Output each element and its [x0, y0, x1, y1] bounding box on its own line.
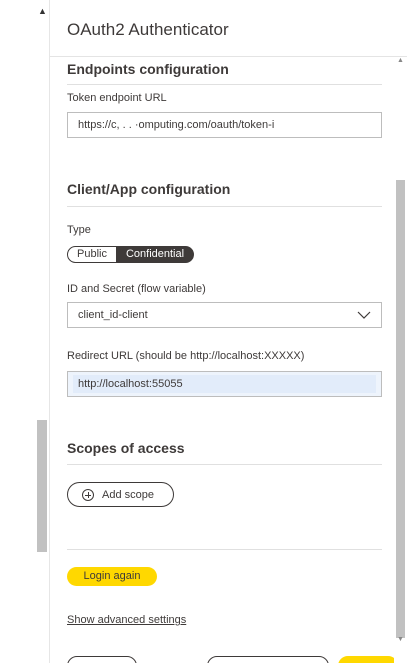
endpoints-divider	[67, 84, 382, 85]
scroll-down-arrow-icon[interactable]: ▼	[396, 636, 405, 644]
scroll-up-arrow-icon[interactable]: ▲	[38, 7, 47, 16]
footer-button-middle[interactable]	[207, 656, 329, 663]
footer-button-left[interactable]	[67, 656, 137, 663]
left-scrollbar-thumb[interactable]	[37, 420, 47, 552]
id-secret-label: ID and Secret (flow variable)	[67, 283, 206, 295]
right-scrollbar-thumb[interactable]	[396, 180, 405, 638]
redirect-url-input[interactable]: http://localhost:55055	[67, 371, 382, 397]
token-endpoint-label: Token endpoint URL	[67, 92, 167, 104]
show-advanced-settings-link[interactable]: Show advanced settings	[67, 614, 186, 626]
redirect-url-value: http://localhost:55055	[78, 378, 183, 390]
panel-title: OAuth2 Authenticator	[67, 20, 229, 39]
scroll-up-arrow-icon[interactable]: ▲	[396, 57, 405, 65]
id-secret-value: client_id-client	[78, 309, 148, 321]
redirect-url-label: Redirect URL (should be http://localhost…	[67, 350, 305, 362]
client-divider	[67, 206, 382, 207]
token-endpoint-value: https://c, . . ·omputing.com/oauth/token…	[78, 119, 275, 131]
oauth2-settings-panel: OAuth2 Authenticator Endpoints configura…	[49, 0, 407, 663]
panel-header: OAuth2 Authenticator	[50, 0, 407, 57]
chevron-down-icon	[357, 311, 371, 319]
login-again-button[interactable]: Login again	[67, 567, 157, 586]
type-label: Type	[67, 224, 91, 236]
scopes-section-title: Scopes of access	[67, 440, 185, 456]
footer-button-primary[interactable]	[338, 656, 398, 663]
add-scope-label: Add scope	[102, 488, 154, 501]
token-endpoint-input[interactable]: https://c, . . ·omputing.com/oauth/token…	[67, 112, 382, 138]
endpoints-section-title: Endpoints configuration	[67, 61, 229, 77]
type-confidential-option[interactable]: Confidential	[115, 246, 195, 263]
actions-divider	[67, 549, 382, 550]
id-secret-select[interactable]: client_id-client	[67, 302, 382, 328]
add-circle-icon	[82, 488, 94, 501]
scopes-divider	[67, 464, 382, 465]
left-scrollbar[interactable]	[36, 0, 49, 663]
client-section-title: Client/App configuration	[67, 181, 231, 197]
type-toggle: Public Confidential	[67, 246, 195, 263]
add-scope-button[interactable]: Add scope	[67, 482, 174, 507]
type-public-option[interactable]: Public	[67, 246, 117, 263]
